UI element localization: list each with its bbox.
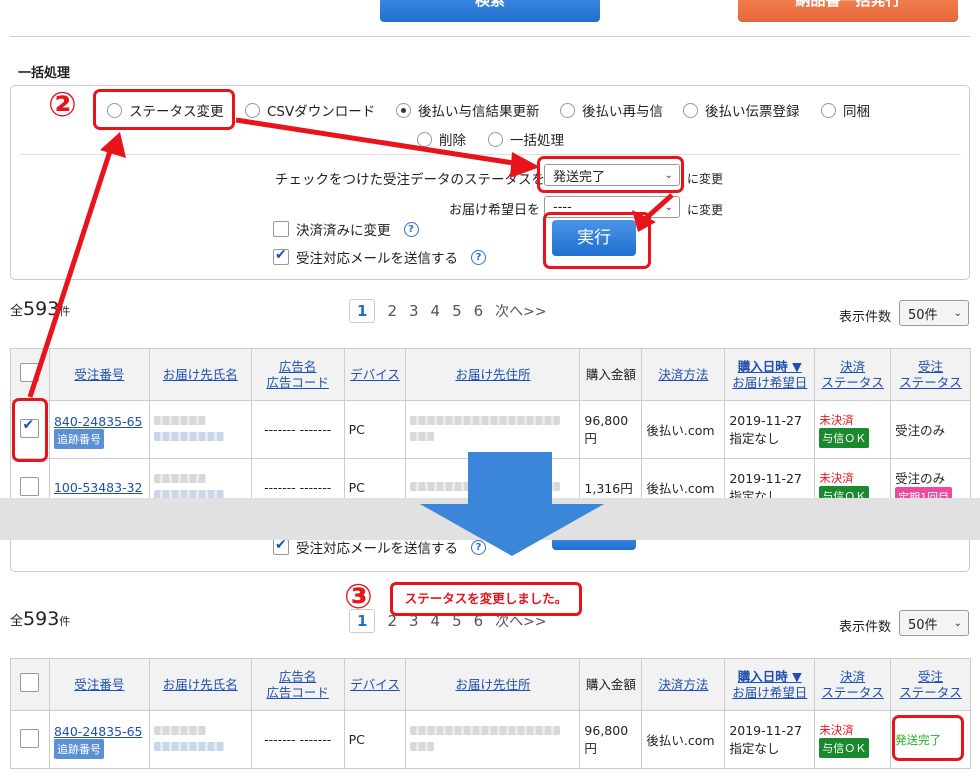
arrow-up-line <box>27 144 115 398</box>
date-cell: 2019-11-27 指定なし <box>724 710 816 769</box>
total-count-after: 全593件 <box>10 608 70 630</box>
col-label[interactable]: 広告名 <box>279 669 317 684</box>
col-amount: 購入金額 <box>579 658 643 711</box>
col-label[interactable]: お届け先住所 <box>455 677 530 692</box>
total-prefix: 全 <box>10 614 24 629</box>
row-checkbox[interactable] <box>20 728 40 748</box>
col-order-status[interactable]: 受注 ステータス <box>890 658 971 711</box>
row-select-cell <box>10 710 50 769</box>
order-no-link[interactable]: 840-24835-65 <box>54 724 143 739</box>
select-all-checkbox[interactable] <box>20 673 40 692</box>
col-label[interactable]: ステータス <box>899 685 962 700</box>
per-page-value: 50件 <box>908 617 938 633</box>
blurred-text <box>153 741 224 751</box>
col-pay-status[interactable]: 決済 ステータス <box>814 658 892 711</box>
step-3-marker: ③ <box>344 577 373 617</box>
col-label[interactable]: お届け希望日 <box>732 685 807 700</box>
checkbox-box <box>273 537 289 555</box>
per-page-select-after[interactable]: 50件 ⌄ <box>899 610 969 636</box>
arrow-right-line <box>235 117 521 167</box>
col-label[interactable]: 決済方法 <box>658 677 708 692</box>
date-text: 2019-11-27 <box>729 722 802 738</box>
device-cell: PC <box>343 710 407 769</box>
col-label[interactable]: 購入日時 ▼ <box>738 669 802 684</box>
col-label[interactable]: 広告コード <box>266 685 329 700</box>
highlight-done-status <box>892 715 964 761</box>
status-changed-message: ステータスを変更しました。 <box>390 582 582 616</box>
col-label[interactable]: デバイス <box>350 677 400 692</box>
credit-badge: 与信ＯＫ <box>819 737 870 758</box>
step-2-marker: ② <box>48 85 77 125</box>
per-page-label-after: 表示件数 <box>839 620 892 635</box>
total-number: 593 <box>23 608 60 630</box>
arrow-down-line <box>642 193 674 222</box>
chevron-down-icon: ⌄ <box>953 617 962 629</box>
blurred-text <box>153 725 206 735</box>
col-label[interactable]: 受注 <box>918 669 943 684</box>
order-no-cell: 840-24835-65 追跡番号 <box>48 710 150 769</box>
arrow-head <box>100 132 126 158</box>
col-ad[interactable]: 広告名 広告コード <box>250 658 345 711</box>
col-payment[interactable]: 決済方法 <box>641 658 726 711</box>
table-row: 840-24835-65追跡番号 ------- ------- PC 96,8… <box>10 710 971 769</box>
col-name[interactable]: お届け先氏名 <box>148 658 252 711</box>
blurred-text <box>410 741 435 751</box>
col-label[interactable]: 受注番号 <box>74 677 124 692</box>
ad-cell: ------- ------- <box>250 710 345 769</box>
name-cell <box>148 710 252 769</box>
address-cell <box>405 710 581 769</box>
col-date[interactable]: 購入日時 ▼ お届け希望日 <box>724 658 816 711</box>
select-all-cell <box>10 658 50 711</box>
arrow-head <box>510 152 540 178</box>
pay-status-cell: 未決済 与信ＯＫ <box>814 710 892 769</box>
col-device[interactable]: デバイス <box>343 658 407 711</box>
payment-cell: 後払い.com <box>641 710 726 769</box>
annotation-arrows <box>27 117 674 398</box>
col-label[interactable]: お届け先氏名 <box>163 677 238 692</box>
delivery-text: 指定なし <box>729 740 780 756</box>
order-table-after: 受注番号 お届け先氏名 広告名 広告コード デバイス お届け先住所 購入金額 決済… <box>10 658 971 769</box>
unpaid-text: 未決済 <box>819 722 854 737</box>
total-suffix: 件 <box>59 615 71 628</box>
col-label[interactable]: ステータス <box>821 685 884 700</box>
col-order-no[interactable]: 受注番号 <box>48 658 150 711</box>
tracking-badge[interactable]: 追跡番号 <box>53 738 104 759</box>
col-label[interactable]: 決済 <box>840 669 865 684</box>
blurred-text <box>410 725 561 735</box>
amount-cell: 96,800円 <box>579 710 643 769</box>
col-address[interactable]: お届け先住所 <box>405 658 581 711</box>
